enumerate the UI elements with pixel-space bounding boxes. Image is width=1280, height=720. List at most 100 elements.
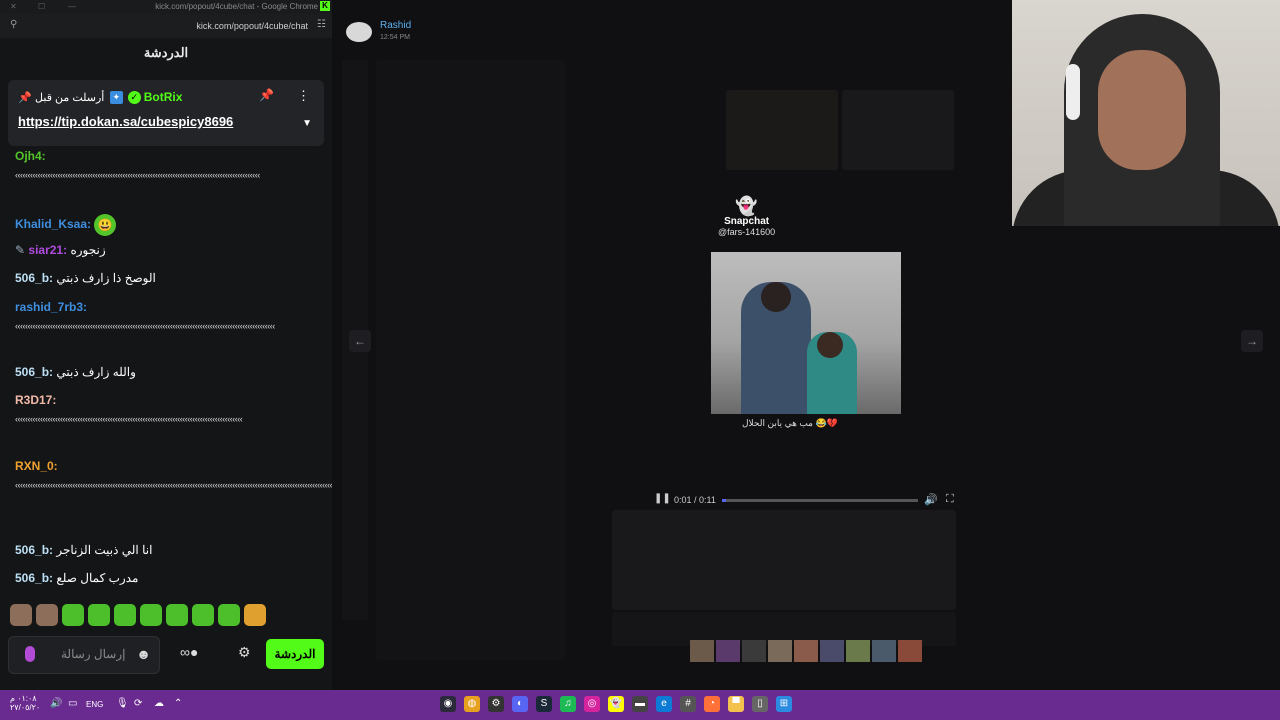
emote-icon[interactable] bbox=[88, 604, 110, 626]
emote-icon[interactable] bbox=[140, 604, 162, 626]
thumbnail[interactable] bbox=[716, 640, 740, 662]
emote-icon[interactable] bbox=[36, 604, 58, 626]
chevron-up-icon[interactable]: ⌃ bbox=[174, 698, 182, 709]
thumbnail[interactable] bbox=[742, 640, 766, 662]
video-progress-bar[interactable] bbox=[722, 499, 918, 502]
chat-input-placeholder[interactable]: إرسال رسالة bbox=[61, 647, 126, 661]
maximize-window-icon[interactable]: ☐ bbox=[38, 2, 45, 11]
steam-alt-icon[interactable]: ⚙ bbox=[488, 695, 504, 712]
chat-username[interactable]: siar21: bbox=[28, 243, 67, 257]
edge-icon[interactable]: e bbox=[656, 695, 672, 712]
emote-icon[interactable] bbox=[114, 604, 136, 626]
volume-icon[interactable]: 🔊 bbox=[50, 698, 62, 709]
file-icon[interactable]: ▯ bbox=[752, 695, 768, 712]
close-window-icon[interactable]: ✕ bbox=[10, 2, 17, 11]
sync-icon[interactable]: ⟳ bbox=[134, 698, 142, 709]
chat-text: ‹‹‹‹‹‹‹‹‹‹‹‹‹‹‹‹‹‹‹‹‹‹‹‹‹‹‹‹‹‹‹‹‹‹‹‹‹‹‹‹… bbox=[15, 414, 243, 424]
window-titlebar: ✕ ☐ — kick.com/popout/4cube/chat - Googl… bbox=[0, 0, 332, 14]
badge-icon: ✦ bbox=[109, 91, 123, 105]
chat-username[interactable]: 506_b: bbox=[15, 543, 53, 557]
cloud-icon[interactable]: ☁ bbox=[154, 698, 164, 709]
emote-icon[interactable] bbox=[192, 604, 214, 626]
emote-icon[interactable] bbox=[10, 604, 32, 626]
snapchat-watermark: 👻 Snapchat @fars-141600 bbox=[718, 196, 775, 237]
mic-icon[interactable] bbox=[25, 646, 35, 662]
chat-username[interactable]: Khalid_Ksaa: bbox=[15, 217, 91, 231]
steam-icon[interactable]: S bbox=[536, 695, 552, 712]
clock-date: ٢٧/٠٥/٢٠ bbox=[10, 703, 41, 712]
key-icon[interactable]: ⚲ bbox=[10, 19, 17, 30]
display-icon[interactable]: ▭ bbox=[68, 698, 77, 709]
instagram-icon[interactable]: ◎ bbox=[584, 695, 600, 712]
volume-icon[interactable]: 🔊 bbox=[924, 493, 938, 506]
chat-text: انا الي ذبيت الزناجر bbox=[56, 543, 153, 557]
thumbnail[interactable] bbox=[846, 640, 870, 662]
send-chat-button[interactable]: الدردشة bbox=[266, 639, 324, 669]
avatar[interactable] bbox=[346, 22, 372, 42]
thumbnail[interactable] bbox=[768, 640, 792, 662]
emote-icon[interactable] bbox=[244, 604, 266, 626]
folder-icon[interactable]: ▀ bbox=[728, 695, 744, 712]
emote-icon[interactable] bbox=[166, 604, 188, 626]
video-frame[interactable] bbox=[711, 252, 901, 414]
chrome-icon[interactable]: ◍ bbox=[464, 695, 480, 712]
window-title: kick.com/popout/4cube/chat - Google Chro… bbox=[155, 2, 318, 11]
chat-text: ‹‹‹‹‹‹‹‹‹‹‹‹‹‹‹‹‹‹‹‹‹‹‹‹‹‹‹‹‹‹‹‹‹‹‹‹‹‹‹‹… bbox=[15, 170, 260, 180]
thumbnail[interactable] bbox=[898, 640, 922, 662]
address-bar[interactable]: ⚲ kick.com/popout/4cube/chat ☷ bbox=[0, 14, 332, 38]
spotify-icon[interactable]: ♫ bbox=[560, 695, 576, 712]
verified-icon: ✓ bbox=[127, 91, 141, 105]
chat-username[interactable]: 506_b: bbox=[15, 271, 53, 285]
media-thumbnail bbox=[726, 90, 838, 170]
more-options-icon[interactable]: ⋮ bbox=[297, 88, 310, 104]
chevron-down-icon[interactable]: ▼ bbox=[302, 118, 312, 129]
thumbnail[interactable] bbox=[872, 640, 896, 662]
author-name[interactable]: Rashid bbox=[380, 20, 411, 31]
chat-username[interactable]: Ojh4: bbox=[15, 149, 46, 163]
webcam-face bbox=[1098, 50, 1186, 170]
pinned-link[interactable]: https://tip.dokan.sa/cubespicy8696 bbox=[18, 114, 233, 129]
calculator-icon[interactable]: # bbox=[680, 695, 696, 712]
chat-input[interactable]: إرسال رسالة ☻ bbox=[8, 636, 160, 674]
language-indicator[interactable]: ENG bbox=[86, 700, 103, 709]
video-person-head bbox=[761, 282, 791, 312]
chat-username[interactable]: 506_b: bbox=[15, 365, 53, 379]
pinned-action: أرسلت من قبل bbox=[35, 92, 105, 104]
webcam-overlay bbox=[1012, 0, 1280, 226]
chat-username[interactable]: RXN_0: bbox=[15, 459, 58, 473]
windows-start-icon[interactable]: ⊞ bbox=[776, 695, 792, 712]
emote-icon[interactable] bbox=[62, 604, 84, 626]
unpin-icon[interactable]: 📌 bbox=[259, 88, 274, 102]
pinned-sender[interactable]: BotRix bbox=[144, 90, 183, 104]
firefox-icon[interactable]: ◔ bbox=[704, 695, 720, 712]
gear-icon[interactable]: ⚙ bbox=[238, 644, 251, 661]
next-arrow-icon[interactable]: → bbox=[1241, 330, 1263, 352]
thumbnail[interactable] bbox=[794, 640, 818, 662]
tune-icon[interactable]: ☷ bbox=[317, 19, 326, 30]
chat-username[interactable]: R3D17: bbox=[15, 393, 56, 407]
emoji-icon[interactable]: ☻ bbox=[136, 646, 151, 662]
snapchat-icon[interactable]: 👻 bbox=[608, 695, 624, 712]
thumbnail-strip bbox=[690, 640, 924, 664]
emote-icon[interactable] bbox=[218, 604, 240, 626]
thumbnail[interactable] bbox=[690, 640, 714, 662]
chat-text: ‹‹‹‹‹‹‹‹‹‹‹‹‹‹‹‹‹‹‹‹‹‹‹‹‹‹‹‹‹‹‹‹‹‹‹‹‹‹‹‹… bbox=[15, 321, 275, 331]
pin-icon: 📌 bbox=[18, 92, 32, 104]
clock[interactable]: ٠١:٠٨ م ٢٧/٠٥/٢٠ bbox=[10, 694, 40, 712]
discord-icon[interactable]: ◐ bbox=[512, 695, 528, 712]
thumbnail[interactable] bbox=[820, 640, 844, 662]
chat-username[interactable]: 506_b: bbox=[15, 571, 53, 585]
mic-icon[interactable]: 🎙 bbox=[116, 698, 129, 709]
chat-username[interactable]: rashid_7rb3: bbox=[15, 300, 87, 314]
fullscreen-icon[interactable]: ⛶ bbox=[946, 493, 954, 506]
obs-icon[interactable]: ◉ bbox=[440, 695, 456, 712]
chat-message: 506_b: انا الي ذبيت الزناجر bbox=[15, 544, 315, 557]
chat-message: Khalid_Ksaa: 😃 bbox=[15, 214, 315, 236]
app-icon[interactable]: ▬ bbox=[632, 695, 648, 712]
pause-icon[interactable]: ❚❚ bbox=[654, 493, 671, 504]
address-url[interactable]: kick.com/popout/4cube/chat bbox=[196, 21, 308, 31]
minimize-window-icon[interactable]: — bbox=[68, 2, 76, 11]
previous-arrow-icon[interactable]: ← bbox=[349, 330, 371, 352]
extensions-icon[interactable]: ∞● bbox=[180, 644, 198, 660]
chat-messages: Ojh4: ‹‹‹‹‹‹‹‹‹‹‹‹‹‹‹‹‹‹‹‹‹‹‹‹‹‹‹‹‹‹‹‹‹‹… bbox=[0, 150, 332, 595]
